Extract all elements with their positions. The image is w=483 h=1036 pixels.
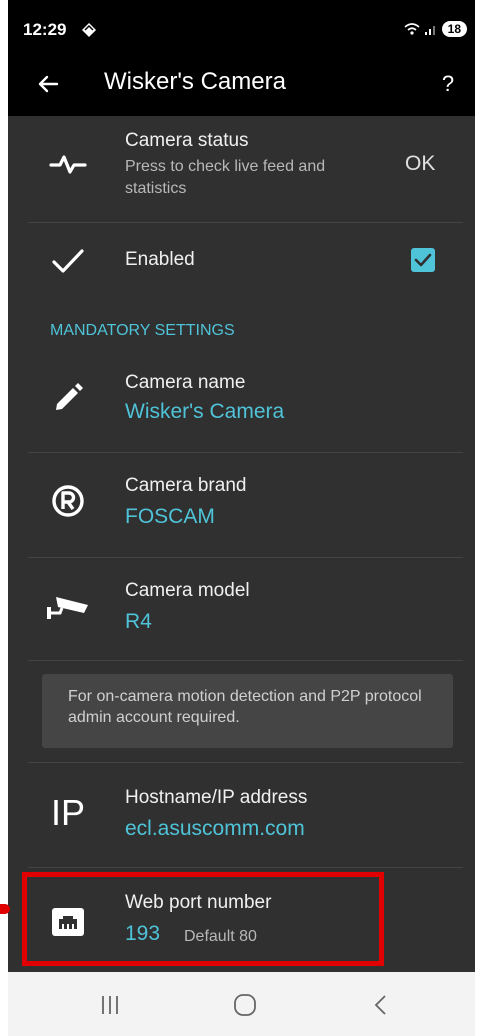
hostname-value: ecl.asuscomm.com bbox=[125, 817, 305, 840]
page-title: Wisker's Camera bbox=[104, 68, 286, 95]
camera-name-value: Wisker's Camera bbox=[125, 400, 285, 423]
ethernet-port-icon bbox=[46, 900, 90, 944]
camera-brand-value: FOSCAM bbox=[125, 505, 215, 528]
security-camera-icon bbox=[46, 584, 90, 628]
checkbox-check-icon bbox=[414, 253, 432, 267]
status-time: 12:29 bbox=[23, 20, 67, 39]
back-button[interactable] bbox=[30, 66, 66, 102]
camera-model-value: R4 bbox=[125, 610, 152, 633]
camera-name-title: Camera name bbox=[125, 372, 246, 393]
camera-name-row[interactable]: Camera name Wisker's Camera bbox=[8, 356, 475, 452]
web-port-default-note: Default 80 bbox=[184, 928, 257, 945]
enabled-title: Enabled bbox=[125, 249, 195, 270]
ip-icon: IP bbox=[50, 792, 85, 833]
camera-status-value: OK bbox=[405, 152, 436, 175]
battery-indicator: 18 bbox=[441, 21, 467, 37]
notification-icon bbox=[82, 23, 96, 37]
system-nav-bar bbox=[8, 972, 475, 1036]
web-port-title: Web port number bbox=[125, 892, 272, 913]
web-port-value: 193 bbox=[125, 922, 161, 945]
help-button[interactable]: ? bbox=[433, 66, 463, 102]
section-header-mandatory: MANDATORY SETTINGS bbox=[50, 322, 235, 339]
camera-status-row[interactable]: Camera status Press to check live feed a… bbox=[8, 116, 475, 222]
app-toolbar: Wisker's Camera ? bbox=[8, 52, 475, 116]
status-bar: 12:29 18 bbox=[8, 0, 475, 52]
phone-screen: 12:29 18 Wisker's Camera ? Camera status… bbox=[8, 0, 475, 1036]
recents-icon bbox=[102, 996, 118, 1014]
annotation-arrow-tip bbox=[0, 904, 10, 914]
arrow-left-icon bbox=[38, 75, 59, 93]
hostname-row[interactable]: IP Hostname/IP address ecl.asuscomm.com bbox=[8, 763, 475, 867]
camera-brand-title: Camera brand bbox=[125, 475, 247, 496]
settings-list[interactable]: Camera status Press to check live feed a… bbox=[8, 116, 475, 972]
pencil-icon bbox=[46, 376, 90, 420]
wifi-icon bbox=[404, 23, 420, 35]
registered-icon bbox=[46, 479, 90, 523]
recent-apps-button[interactable] bbox=[90, 990, 130, 1020]
status-icons: 18 bbox=[404, 21, 467, 37]
chevron-left-icon bbox=[374, 995, 386, 1015]
camera-model-row[interactable]: Camera model R4 bbox=[8, 558, 475, 660]
signal-icon bbox=[424, 26, 435, 35]
back-nav-button[interactable] bbox=[360, 990, 400, 1020]
home-button[interactable] bbox=[225, 990, 265, 1020]
pulse-icon bbox=[46, 142, 90, 186]
camera-model-title: Camera model bbox=[125, 580, 250, 601]
camera-brand-row[interactable]: Camera brand FOSCAM bbox=[8, 453, 475, 557]
info-box: For on-camera motion detection and P2P p… bbox=[42, 674, 453, 748]
divider bbox=[28, 660, 463, 661]
enabled-row[interactable]: Enabled bbox=[8, 223, 475, 299]
camera-status-title: Camera status bbox=[125, 130, 249, 151]
web-port-row[interactable]: Web port number 193 Default 80 bbox=[8, 868, 475, 972]
home-icon bbox=[234, 994, 256, 1016]
hostname-title: Hostname/IP address bbox=[125, 787, 308, 808]
check-icon bbox=[46, 239, 90, 283]
camera-status-subtitle: Press to check live feed and statistics bbox=[125, 158, 326, 197]
enabled-checkbox[interactable] bbox=[411, 248, 435, 272]
